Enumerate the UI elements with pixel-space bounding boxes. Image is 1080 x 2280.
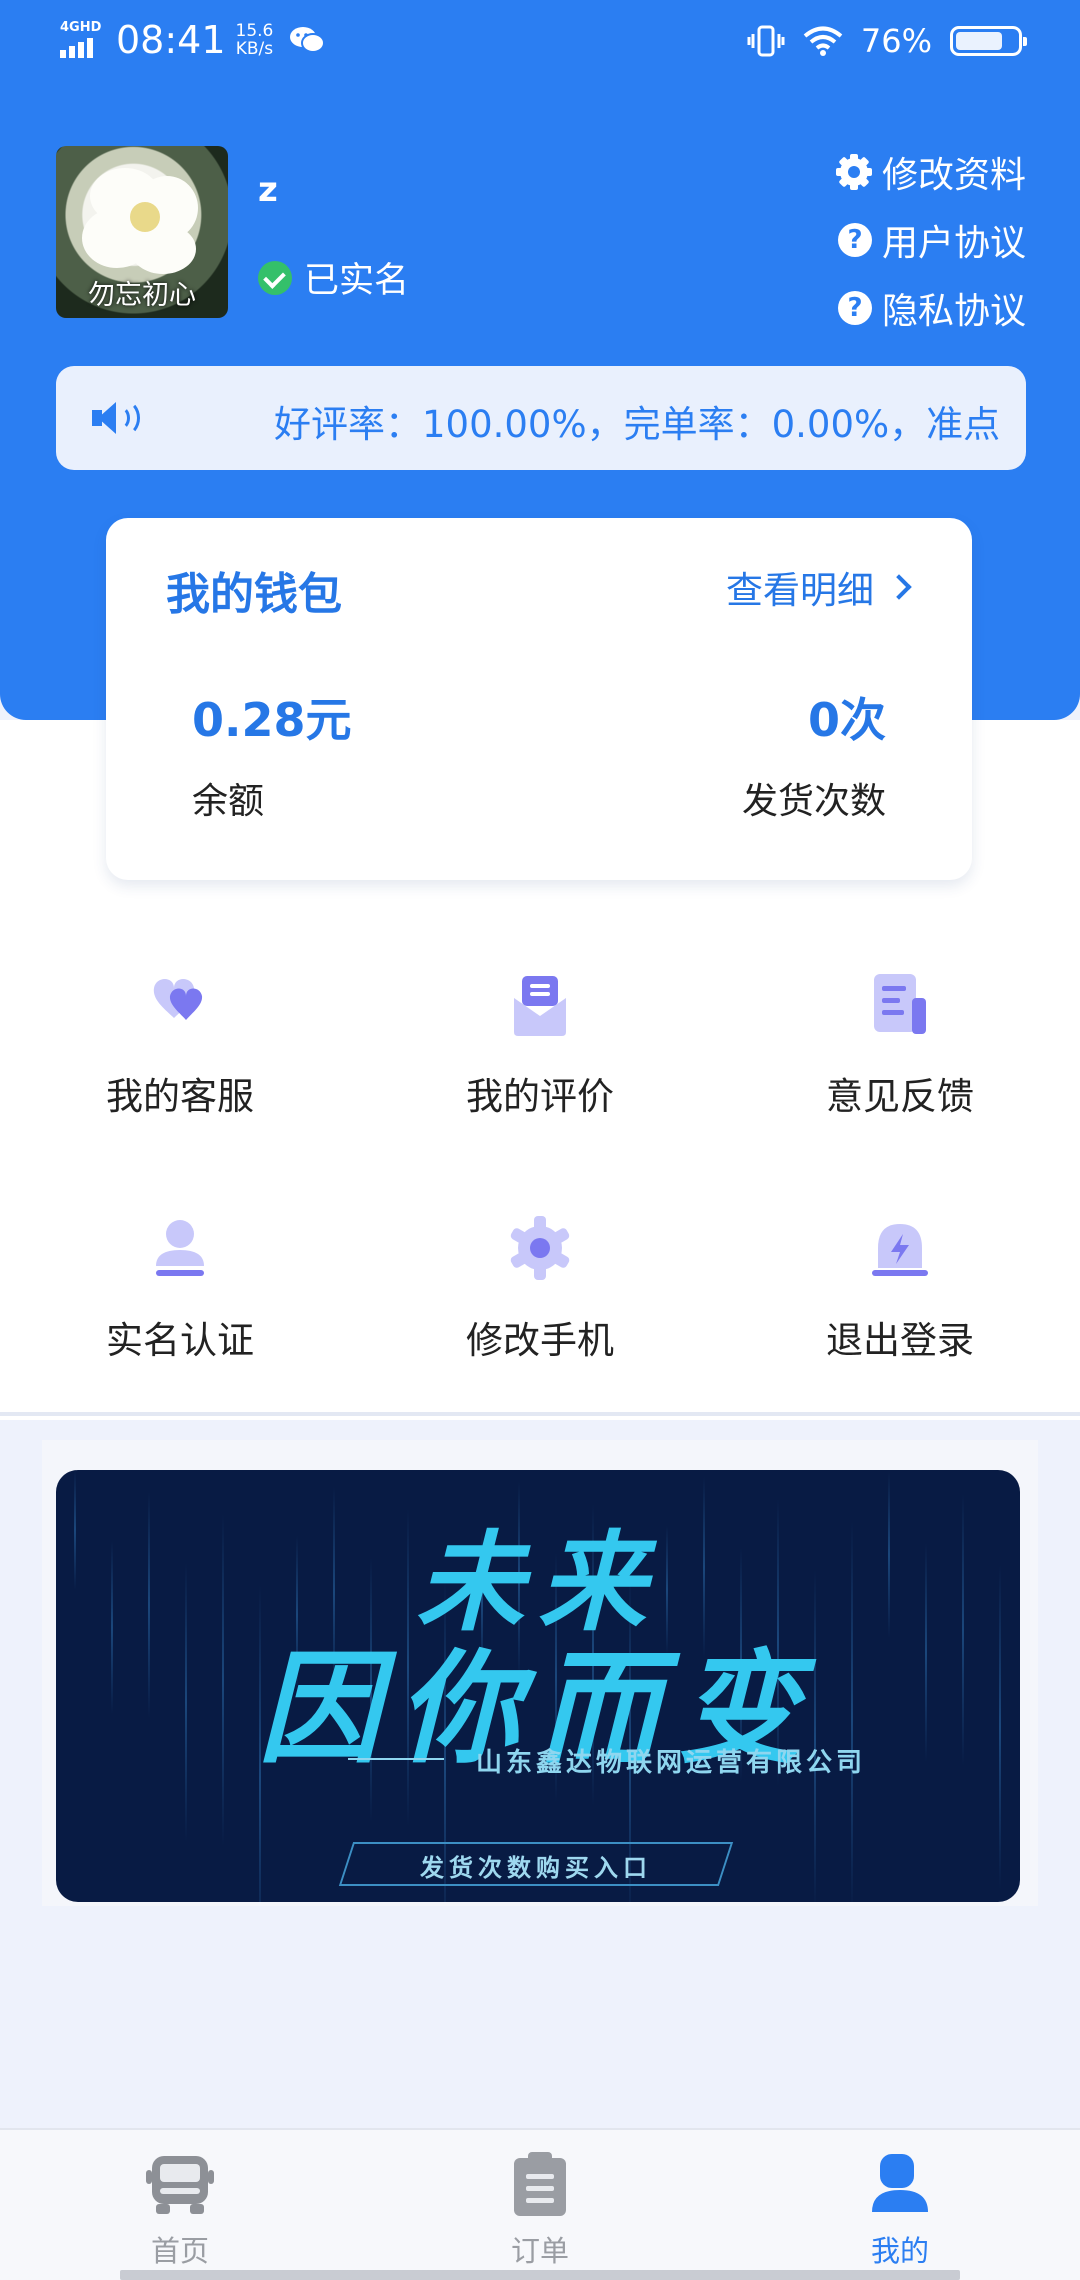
gesture-bar (120, 2270, 960, 2280)
menu-item-label: 意见反馈 (826, 1075, 974, 1118)
envelope-icon (514, 976, 566, 1036)
wallet-title: 我的钱包 (166, 569, 342, 620)
menu-item-logout[interactable]: 退出登录 (720, 1192, 1080, 1392)
user-icon (872, 2154, 928, 2212)
menu-item-label: 退出登录 (826, 1319, 974, 1362)
heart-icon (153, 979, 203, 1020)
avatar[interactable]: 勿忘初心 (56, 146, 228, 318)
menu-item-my-reviews[interactable]: 我的评价 (360, 948, 720, 1148)
privacy-policy-link[interactable]: ? 隐私协议 (836, 274, 1026, 342)
battery-icon (950, 26, 1027, 56)
nav-item-mine[interactable]: 我的 (720, 2130, 1080, 2280)
alarm-bell-icon (872, 1224, 928, 1276)
notice-bar[interactable]: 好评率：100.00%，完单率：0.00%，准点 (56, 366, 1026, 470)
wifi-icon (803, 26, 843, 56)
menu-item-customer-service[interactable]: 我的客服 (0, 948, 360, 1148)
speaker-icon (92, 400, 142, 436)
menu-item-label: 实名认证 (106, 1319, 254, 1362)
promo-banner[interactable]: 未来 因你而变 山东鑫达物联网运营有限公司 发货次数购买入口 (56, 1470, 1020, 1902)
document-icon (874, 974, 926, 1034)
banner-button-label[interactable]: 发货次数购买入口 (346, 1848, 726, 1883)
network-speed: 15.6 KB/s (236, 22, 274, 58)
clipboard-icon (514, 2152, 566, 2216)
help-circle-icon: ? (837, 291, 872, 325)
menu-item-label: 我的评价 (466, 1075, 614, 1118)
chevron-right-icon (886, 574, 912, 600)
person-icon (156, 1220, 204, 1276)
section-divider (0, 1412, 1080, 1416)
menu-item-change-phone[interactable]: 修改手机 (360, 1192, 720, 1392)
menu-item-verification[interactable]: 实名认证 (0, 1192, 360, 1392)
speed-value: 15.6 (235, 21, 274, 41)
gear-icon (510, 1216, 570, 1280)
shipment-count-value: 0次 (807, 693, 886, 747)
network-type: 4GHD (60, 20, 102, 35)
check-circle-icon (258, 260, 292, 295)
verified-status: 已实名 (258, 252, 409, 303)
wallet-card: 我的钱包 查看明细 0.28元 余额 0次 发货次数 (106, 518, 972, 880)
speed-unit: KB/s (235, 39, 274, 59)
clock: 08:41 (116, 18, 226, 62)
help-circle-icon: ? (837, 223, 872, 257)
username: z (258, 170, 278, 210)
nav-item-orders[interactable]: 订单 (360, 2130, 720, 2280)
menu-item-label: 修改手机 (466, 1319, 614, 1362)
balance-value: 0.28元 (192, 693, 352, 747)
nav-label: 订单 (510, 2234, 569, 2268)
avatar-caption: 勿忘初心 (88, 280, 196, 311)
edit-profile-link[interactable]: 修改资料 (835, 138, 1026, 206)
nav-item-home[interactable]: 首页 (0, 2130, 360, 2280)
shipment-count-label: 发货次数 (741, 781, 886, 822)
bottom-nav: 首页 订单 我的 (0, 2128, 1080, 2280)
menu-item-feedback[interactable]: 意见反馈 (720, 948, 1080, 1148)
battery-percentage: 76% (860, 22, 932, 60)
banner-company: 山东鑫达物联网运营有限公司 (476, 1748, 867, 1778)
gear-icon (835, 154, 872, 190)
edit-profile-label: 修改资料 (881, 155, 1026, 196)
truck-icon (146, 2156, 214, 2214)
wechat-icon (290, 27, 326, 53)
menu-item-label: 我的客服 (106, 1075, 254, 1118)
balance-label: 余额 (192, 781, 265, 822)
view-details-link[interactable]: 查看明细 (726, 560, 912, 614)
vibrate-icon (747, 25, 785, 57)
nav-label: 我的 (870, 2234, 929, 2268)
status-bar: 4GHD 08:41 15.6 KB/s 76% (0, 0, 1080, 84)
user-agreement-label: 用户协议 (881, 223, 1026, 264)
header-links: 修改资料 ? 用户协议 ? 隐私协议 (835, 138, 1026, 342)
banner-dash (348, 1758, 444, 1760)
verified-label: 已实名 (304, 261, 410, 301)
signal-icon: 4GHD (60, 20, 104, 60)
view-details-label: 查看明细 (726, 569, 874, 612)
privacy-policy-label: 隐私协议 (881, 291, 1026, 332)
nav-label: 首页 (150, 2234, 209, 2268)
user-agreement-link[interactable]: ? 用户协议 (836, 206, 1026, 274)
notice-text: 好评率：100.00%，完单率：0.00%，准点 (274, 403, 1001, 446)
